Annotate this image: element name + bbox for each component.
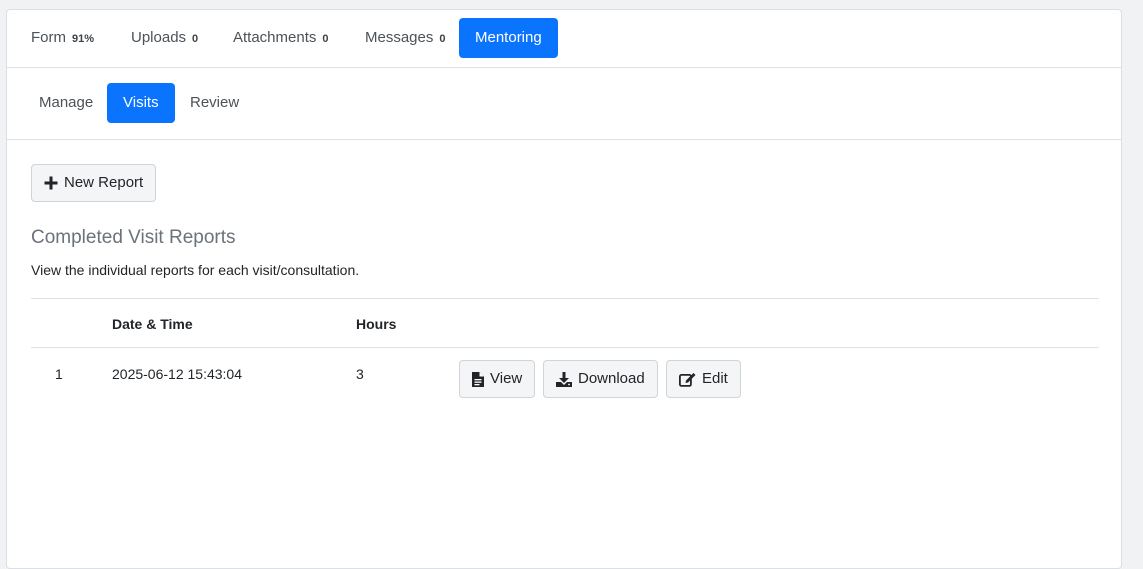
download-button[interactable]: Download bbox=[543, 360, 658, 398]
subtab-review[interactable]: Review bbox=[190, 83, 239, 123]
tab-uploads-label: Uploads bbox=[131, 29, 187, 46]
top-tab-bar: Form 91% Uploads 0 Attachments 0 Messages 0 … bbox=[7, 10, 1121, 68]
new-report-label: New Report bbox=[64, 174, 144, 191]
tab-messages-badge: 0 bbox=[439, 33, 446, 45]
mentoring-card: Form 91% Uploads 0 Attachments 0 Messages 0 … bbox=[6, 9, 1122, 569]
row-number: 1 bbox=[55, 366, 63, 382]
edit-icon bbox=[679, 372, 702, 387]
view-label: View bbox=[490, 370, 523, 387]
header-date-time: Date & Time bbox=[112, 316, 193, 332]
section-title: Completed Visit Reports bbox=[31, 227, 236, 248]
table-top-rule bbox=[31, 298, 1099, 299]
tab-attachments[interactable]: Attachments 0 bbox=[233, 18, 329, 58]
table-header-rule bbox=[31, 347, 1099, 348]
view-button[interactable]: View bbox=[459, 360, 536, 398]
tab-mentoring-label: Mentoring bbox=[475, 29, 542, 46]
tab-mentoring[interactable]: Mentoring bbox=[459, 18, 558, 58]
section-description: View the individual reports for each vis… bbox=[31, 262, 360, 278]
download-icon bbox=[556, 371, 578, 387]
new-report-button[interactable]: New Report bbox=[31, 164, 157, 202]
subtab-visits-label: Visits bbox=[123, 94, 159, 111]
row-date-time: 2025-06-12 15:43:04 bbox=[112, 366, 242, 382]
subtab-manage-label: Manage bbox=[39, 94, 94, 111]
tab-messages[interactable]: Messages 0 bbox=[365, 18, 446, 58]
subtab-review-label: Review bbox=[190, 94, 240, 111]
edit-label: Edit bbox=[702, 370, 728, 387]
tab-form-label: Form bbox=[31, 29, 66, 46]
subtab-manage[interactable]: Manage bbox=[39, 83, 93, 123]
tab-uploads[interactable]: Uploads 0 bbox=[131, 18, 198, 58]
tab-form[interactable]: Form 91% bbox=[31, 18, 94, 58]
header-hours: Hours bbox=[356, 316, 397, 332]
tab-form-badge: 91% bbox=[72, 33, 95, 45]
download-label: Download bbox=[578, 370, 645, 387]
tab-attachments-label: Attachments bbox=[233, 29, 317, 46]
file-icon bbox=[472, 371, 490, 387]
subtab-visits[interactable]: Visits bbox=[107, 83, 175, 123]
sub-tab-bar: Manage Visits Review bbox=[7, 67, 1121, 140]
plus-icon bbox=[44, 176, 64, 190]
tab-messages-label: Messages bbox=[365, 29, 434, 46]
edit-button[interactable]: Edit bbox=[666, 360, 741, 398]
row-hours: 3 bbox=[356, 366, 364, 382]
tab-uploads-badge: 0 bbox=[192, 33, 199, 45]
tab-attachments-badge: 0 bbox=[322, 33, 329, 45]
